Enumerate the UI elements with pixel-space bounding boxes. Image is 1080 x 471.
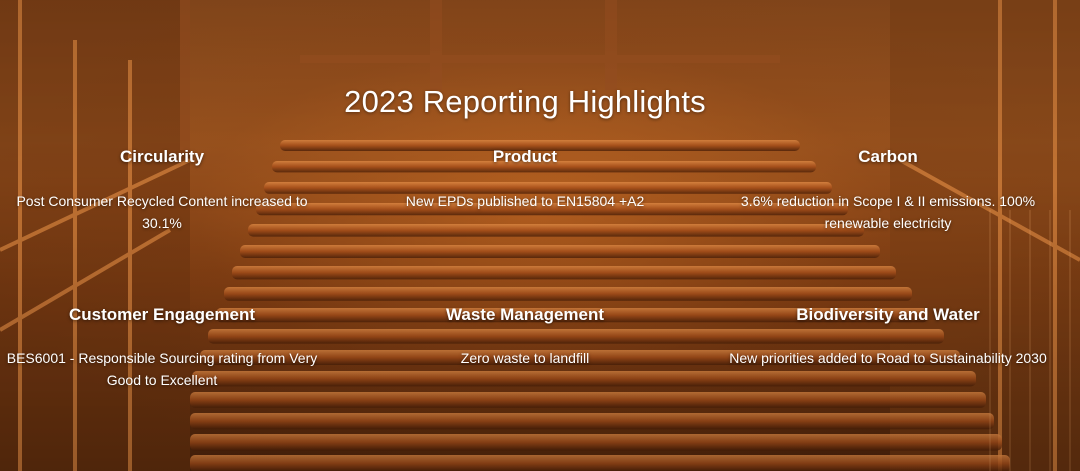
highlight-text: New priorities added to Road to Sustaina… bbox=[729, 350, 1047, 366]
highlight-biodiversity-water: Biodiversity and Water New priorities ad… bbox=[723, 304, 1053, 394]
highlight-text: Post Consumer Recycled Content increased… bbox=[16, 193, 308, 231]
highlight-heading: Waste Management bbox=[445, 305, 605, 324]
highlight-heading: Product bbox=[492, 147, 558, 166]
page-title: 2023 Reporting Highlights bbox=[344, 84, 706, 119]
highlight-text: Zero waste to landfill bbox=[460, 350, 590, 366]
highlight-carbon: Carbon 3.6% reduction in Scope I & II em… bbox=[723, 146, 1053, 236]
highlight-heading: Biodiversity and Water bbox=[796, 305, 980, 324]
highlight-customer-engagement: Customer Engagement BES6001 - Responsibl… bbox=[0, 304, 327, 394]
highlight-heading: Customer Engagement bbox=[68, 305, 256, 324]
highlight-product: Product New EPDs published to EN15804 +A… bbox=[360, 146, 690, 236]
highlight-text: BES6001 - Responsible Sourcing rating fr… bbox=[6, 350, 318, 388]
highlight-heading: Circularity bbox=[119, 147, 205, 166]
highlight-circularity: Circularity Post Consumer Recycled Conte… bbox=[0, 146, 327, 236]
highlight-text: New EPDs published to EN15804 +A2 bbox=[405, 193, 645, 209]
highlights-banner: 2023 Reporting Highlights Circularity Po… bbox=[0, 0, 1080, 471]
highlight-text: 3.6% reduction in Scope I & II emissions… bbox=[740, 193, 1036, 231]
highlight-waste-management: Waste Management Zero waste to landfill bbox=[360, 304, 690, 394]
highlight-heading: Carbon bbox=[858, 147, 918, 166]
